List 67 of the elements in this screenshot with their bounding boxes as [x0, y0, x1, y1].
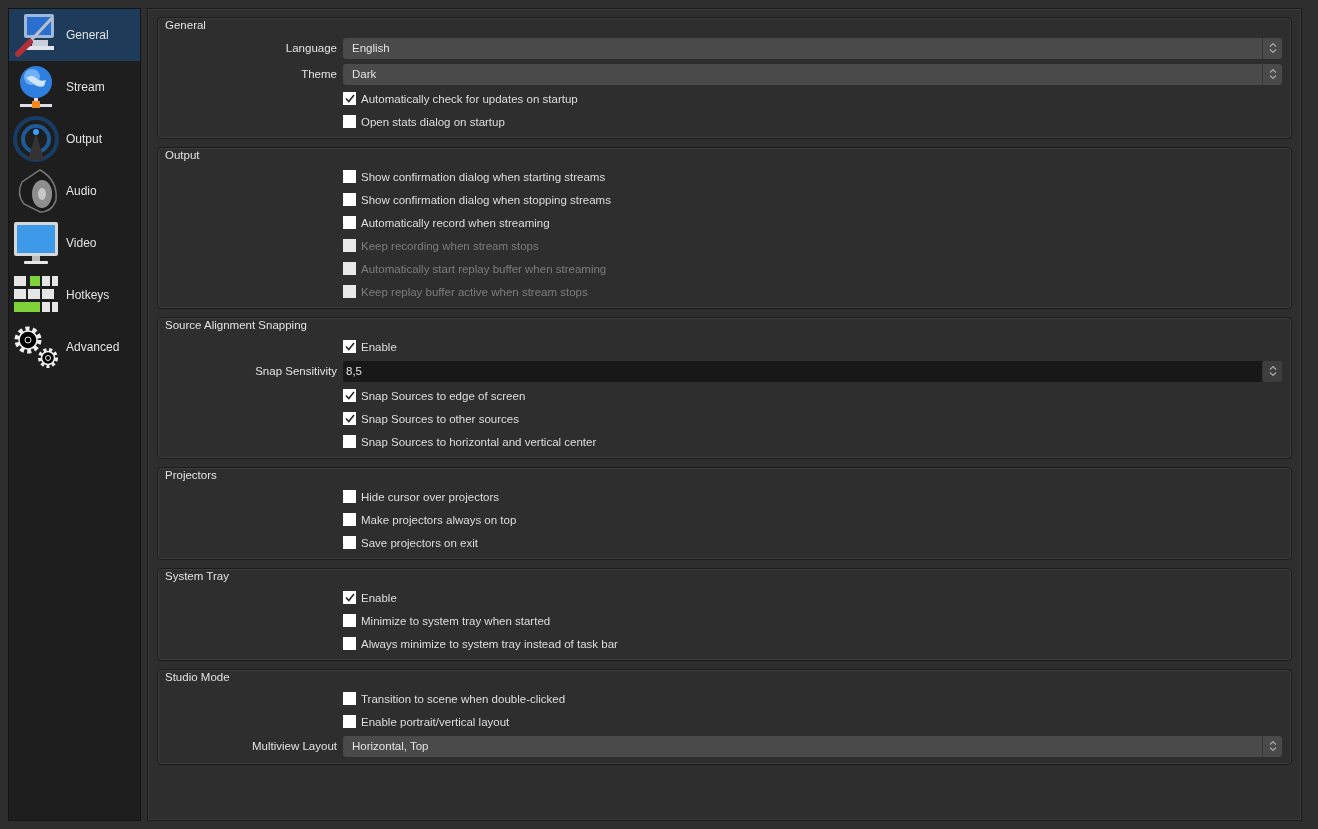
up-down-arrows-icon — [1268, 68, 1277, 80]
checkbox[interactable] — [343, 536, 356, 549]
checkbox-label[interactable]: Snap Sources to edge of screen — [361, 389, 526, 402]
checkbox[interactable] — [343, 591, 356, 604]
sidebar-item[interactable]: General — [9, 9, 140, 61]
field-label: Multiview Layout — [251, 740, 337, 752]
monitor-icon — [12, 220, 60, 266]
checkbox[interactable] — [343, 637, 356, 650]
checkbox-label[interactable]: Minimize to system tray when started — [361, 614, 551, 627]
dropdown[interactable]: English — [343, 37, 1282, 59]
checkbox-label[interactable]: Snap Sources to other sources — [361, 412, 519, 425]
checkbox[interactable] — [343, 92, 356, 105]
sidebar-item[interactable]: Output — [9, 113, 140, 165]
checkbox[interactable] — [343, 412, 356, 425]
checkbox[interactable] — [343, 170, 356, 183]
group-title: Studio Mode — [165, 670, 230, 685]
checkmark-icon — [344, 342, 355, 351]
group-title: Output — [165, 148, 200, 163]
checkbox[interactable] — [343, 435, 356, 448]
sidebar-item[interactable]: Hotkeys — [9, 269, 140, 321]
up-down-arrows-icon — [1268, 365, 1277, 377]
antenna-signal-icon — [12, 116, 60, 162]
checkbox-label[interactable]: Always minimize to system tray instead of task bar — [361, 637, 618, 650]
field-label: Snap Sensitivity — [254, 365, 337, 377]
checkbox-label[interactable]: Open stats dialog on startup — [361, 115, 505, 128]
checkbox-label[interactable]: Enable — [361, 591, 397, 604]
sidebar-item[interactable]: Advanced — [9, 321, 140, 373]
checkmark-icon — [344, 391, 355, 400]
dropdown[interactable]: Horizontal, Top — [343, 735, 1282, 757]
checkbox[interactable] — [343, 193, 356, 206]
spin-box[interactable]: 8,5 — [343, 360, 1282, 382]
checkmark-icon — [344, 414, 355, 423]
checkbox-label[interactable]: Transition to scene when double-clicked — [361, 692, 566, 705]
checkbox-label[interactable]: Automatically record when streaming — [361, 216, 550, 229]
checkbox[interactable] — [343, 389, 356, 402]
up-down-arrows-icon — [1268, 740, 1277, 752]
gears-icon — [12, 324, 60, 370]
checkbox[interactable] — [343, 715, 356, 728]
checkbox-label[interactable]: Automatically check for updates on startup — [361, 92, 578, 105]
checkbox[interactable] — [343, 614, 356, 627]
group-title: Source Alignment Snapping — [165, 318, 307, 333]
checkbox[interactable] — [343, 216, 356, 229]
field-label: Language — [284, 42, 337, 54]
checkbox-label[interactable]: Snap Sources to horizontal and vertical center — [361, 435, 597, 448]
checkbox-label[interactable]: Save projectors on exit — [361, 536, 478, 549]
checkbox-label[interactable]: Hide cursor over projectors — [361, 490, 500, 503]
sidebar-item[interactable]: Video — [9, 217, 140, 269]
checkbox[interactable] — [343, 513, 356, 526]
checkmark-icon — [344, 94, 355, 103]
dropdown[interactable]: Dark — [343, 63, 1282, 85]
checkmark-icon — [344, 593, 355, 602]
field-label: Theme — [300, 68, 337, 80]
checkbox[interactable] — [343, 340, 356, 353]
checkbox-label[interactable]: Make projectors always on top — [361, 513, 517, 526]
checkbox[interactable] — [343, 115, 356, 128]
group-title: Projectors — [165, 468, 217, 483]
checkbox-label[interactable]: Enable portrait/vertical layout — [361, 715, 510, 728]
checkbox[interactable] — [343, 692, 356, 705]
group-title: System Tray — [165, 569, 229, 584]
checkbox-label[interactable]: Show confirmation dialog when starting streams — [361, 170, 606, 183]
up-down-arrows-icon — [1268, 42, 1277, 54]
sidebar-item[interactable]: Audio — [9, 165, 140, 217]
sidebar-item[interactable]: Stream — [9, 61, 140, 113]
group-title: General — [165, 18, 206, 33]
checkbox[interactable] — [343, 490, 356, 503]
checkbox-label[interactable]: Show confirmation dialog when stopping streams — [361, 193, 611, 206]
checkbox-label[interactable]: Enable — [361, 340, 397, 353]
